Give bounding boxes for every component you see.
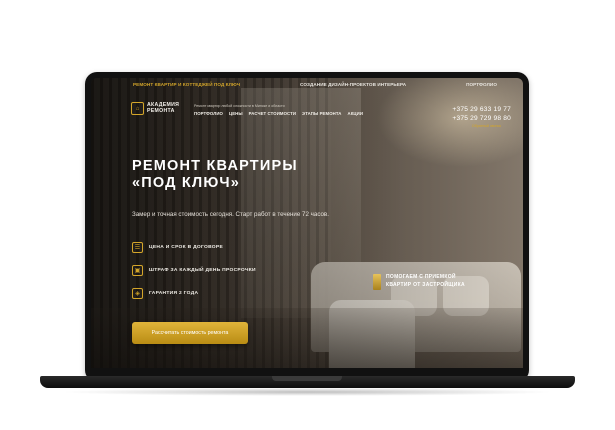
site-logo[interactable]: ⌂ АКАДЕМИЯ РЕМОНТА [131, 102, 179, 115]
phone-link-2[interactable]: +375 29 729 98 80 [452, 114, 511, 123]
feature-list: ☰ ЦЕНА И СРОК В ДОГОВОРЕ ▣ ШТРАФ ЗА КАЖД… [132, 236, 256, 305]
nav-item-promotions[interactable]: АКЦИИ [348, 111, 364, 116]
hero-subtitle: Замер и точная стоимость сегодня. Старт … [132, 211, 329, 218]
nav-item-calculation[interactable]: РАСЧЕТ СТОИМОСТИ [249, 111, 296, 116]
site-header: ⌂ АКАДЕМИЯ РЕМОНТА Ремонт квартир любой … [131, 102, 511, 142]
laptop-shadow [60, 388, 555, 396]
main-nav: ПОРТФОЛИО ЦЕНЫ РАСЧЕТ СТОИМОСТИ ЭТАПЫ РЕ… [194, 111, 363, 116]
house-icon: ⌂ [131, 102, 144, 115]
feature-item: ◈ ГАРАНТИЯ 2 ГОДА [132, 282, 256, 305]
laptop-screen: РЕМОНТ КВАРТИР И КОТТЕДЖЕЙ ПОД КЛЮЧ СОЗД… [91, 78, 523, 368]
contact-phones: +375 29 633 19 77 +375 29 729 98 80 Обра… [452, 105, 511, 128]
nav-item-portfolio[interactable]: ПОРТФОЛИО [194, 111, 223, 116]
topbar-link-portfolio[interactable]: ПОРТФОЛИО [466, 82, 497, 87]
top-bar: РЕМОНТ КВАРТИР И КОТТЕДЖЕЙ ПОД КЛЮЧ СОЗД… [91, 78, 523, 90]
feature-label: ГАРАНТИЯ 2 ГОДА [149, 291, 199, 296]
callback-link[interactable]: Обратный звонок [452, 124, 501, 128]
feature-label: ЦЕНА И СРОК В ДОГОВОРЕ [149, 245, 224, 250]
nav-item-stages[interactable]: ЭТАПЫ РЕМОНТА [302, 111, 341, 116]
hero-title-line-2: «ПОД КЛЮЧ» [132, 175, 240, 191]
promo-line-1: ПОМОГАЕМ С ПРИЕМКОЙ [386, 274, 456, 280]
logo-line-2: РЕМОНТА [147, 107, 175, 114]
feature-label: ШТРАФ ЗА КАЖДЫЙ ДЕНЬ ПРОСРОЧКИ [149, 268, 256, 273]
feature-item: ▣ ШТРАФ ЗА КАЖДЫЙ ДЕНЬ ПРОСРОЧКИ [132, 259, 256, 282]
shield-icon: ◈ [132, 288, 143, 299]
nav-item-prices[interactable]: ЦЕНЫ [229, 111, 243, 116]
site-tagline: Ремонт квартир любой сложности в Минске … [194, 104, 285, 108]
money-icon: ▣ [132, 265, 143, 276]
topbar-link-renovation[interactable]: РЕМОНТ КВАРТИР И КОТТЕДЖЕЙ ПОД КЛЮЧ [133, 82, 240, 87]
logo-text: АКАДЕМИЯ РЕМОНТА [147, 102, 179, 114]
promo-line-2: КВАРТИР ОТ ЗАСТРОЙЩИКА [386, 281, 465, 288]
key-icon [373, 274, 381, 290]
hero-title: РЕМОНТ КВАРТИРЫ «ПОД КЛЮЧ» [132, 158, 298, 192]
hero-title-line-1: РЕМОНТ КВАРТИРЫ [132, 158, 298, 174]
phone-link-1[interactable]: +375 29 633 19 77 [452, 105, 511, 114]
promo-badge: ПОМОГАЕМ С ПРИЕМКОЙ КВАРТИР ОТ ЗАСТРОЙЩИ… [373, 274, 465, 290]
promo-text: ПОМОГАЕМ С ПРИЕМКОЙ КВАРТИР ОТ ЗАСТРОЙЩИ… [386, 274, 465, 289]
calculate-cost-button[interactable]: Рассчитать стоимость ремонта [132, 322, 248, 344]
laptop-hinge-notch [272, 376, 342, 381]
document-icon: ☰ [132, 242, 143, 253]
product-mockup: РЕМОНТ КВАРТИР И КОТТЕДЖЕЙ ПОД КЛЮЧ СОЗД… [0, 0, 615, 430]
feature-item: ☰ ЦЕНА И СРОК В ДОГОВОРЕ [132, 236, 256, 259]
topbar-link-design[interactable]: СОЗДАНИЕ ДИЗАЙН-ПРОЕКТОВ ИНТЕРЬЕРА [300, 82, 406, 87]
